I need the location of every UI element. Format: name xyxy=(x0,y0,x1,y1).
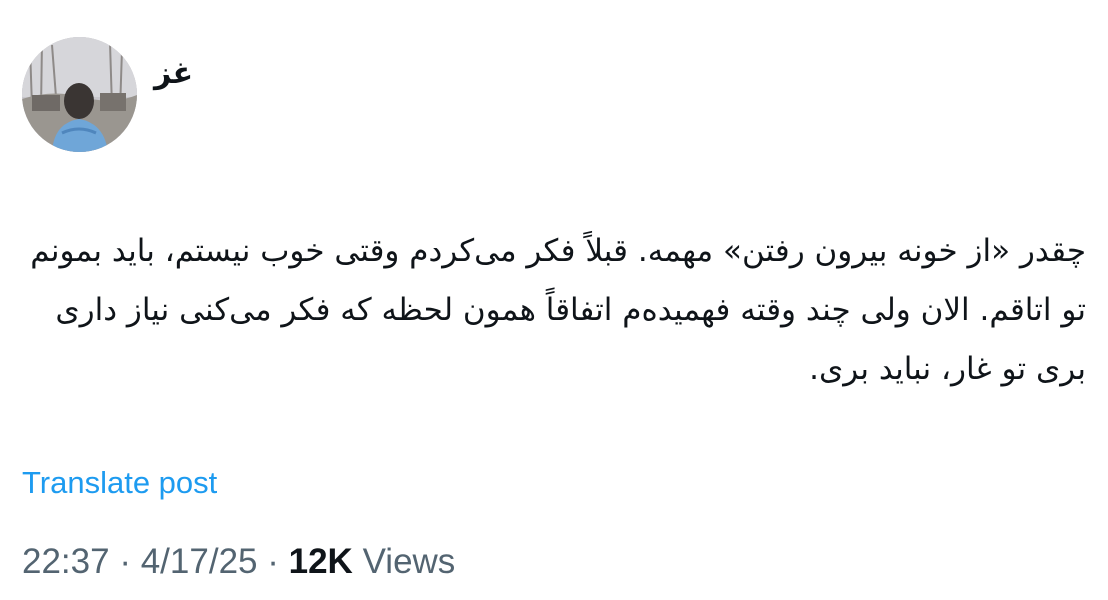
author-avatar[interactable] xyxy=(22,37,137,152)
views-count: 12K xyxy=(288,542,353,581)
tweet-post: غز چقدر «از خونه بیرون رفتن» مهمه. قبلاً… xyxy=(0,0,1108,600)
post-body-text: چقدر «از خونه بیرون رفتن» مهمه. قبلاً فک… xyxy=(30,233,1086,387)
meta-separator: · xyxy=(267,542,279,581)
author-display-name[interactable]: غز xyxy=(154,52,193,96)
post-date[interactable]: 4/17/25 xyxy=(141,542,258,581)
post-time[interactable]: 22:37 xyxy=(22,542,110,581)
avatar-photo-icon xyxy=(22,37,137,152)
views-label: Views xyxy=(362,542,456,581)
meta-separator: · xyxy=(119,542,131,581)
translate-post-link[interactable]: Translate post xyxy=(22,463,217,503)
post-metadata: 22:37 · 4/17/25 · 12K Views xyxy=(22,541,455,583)
